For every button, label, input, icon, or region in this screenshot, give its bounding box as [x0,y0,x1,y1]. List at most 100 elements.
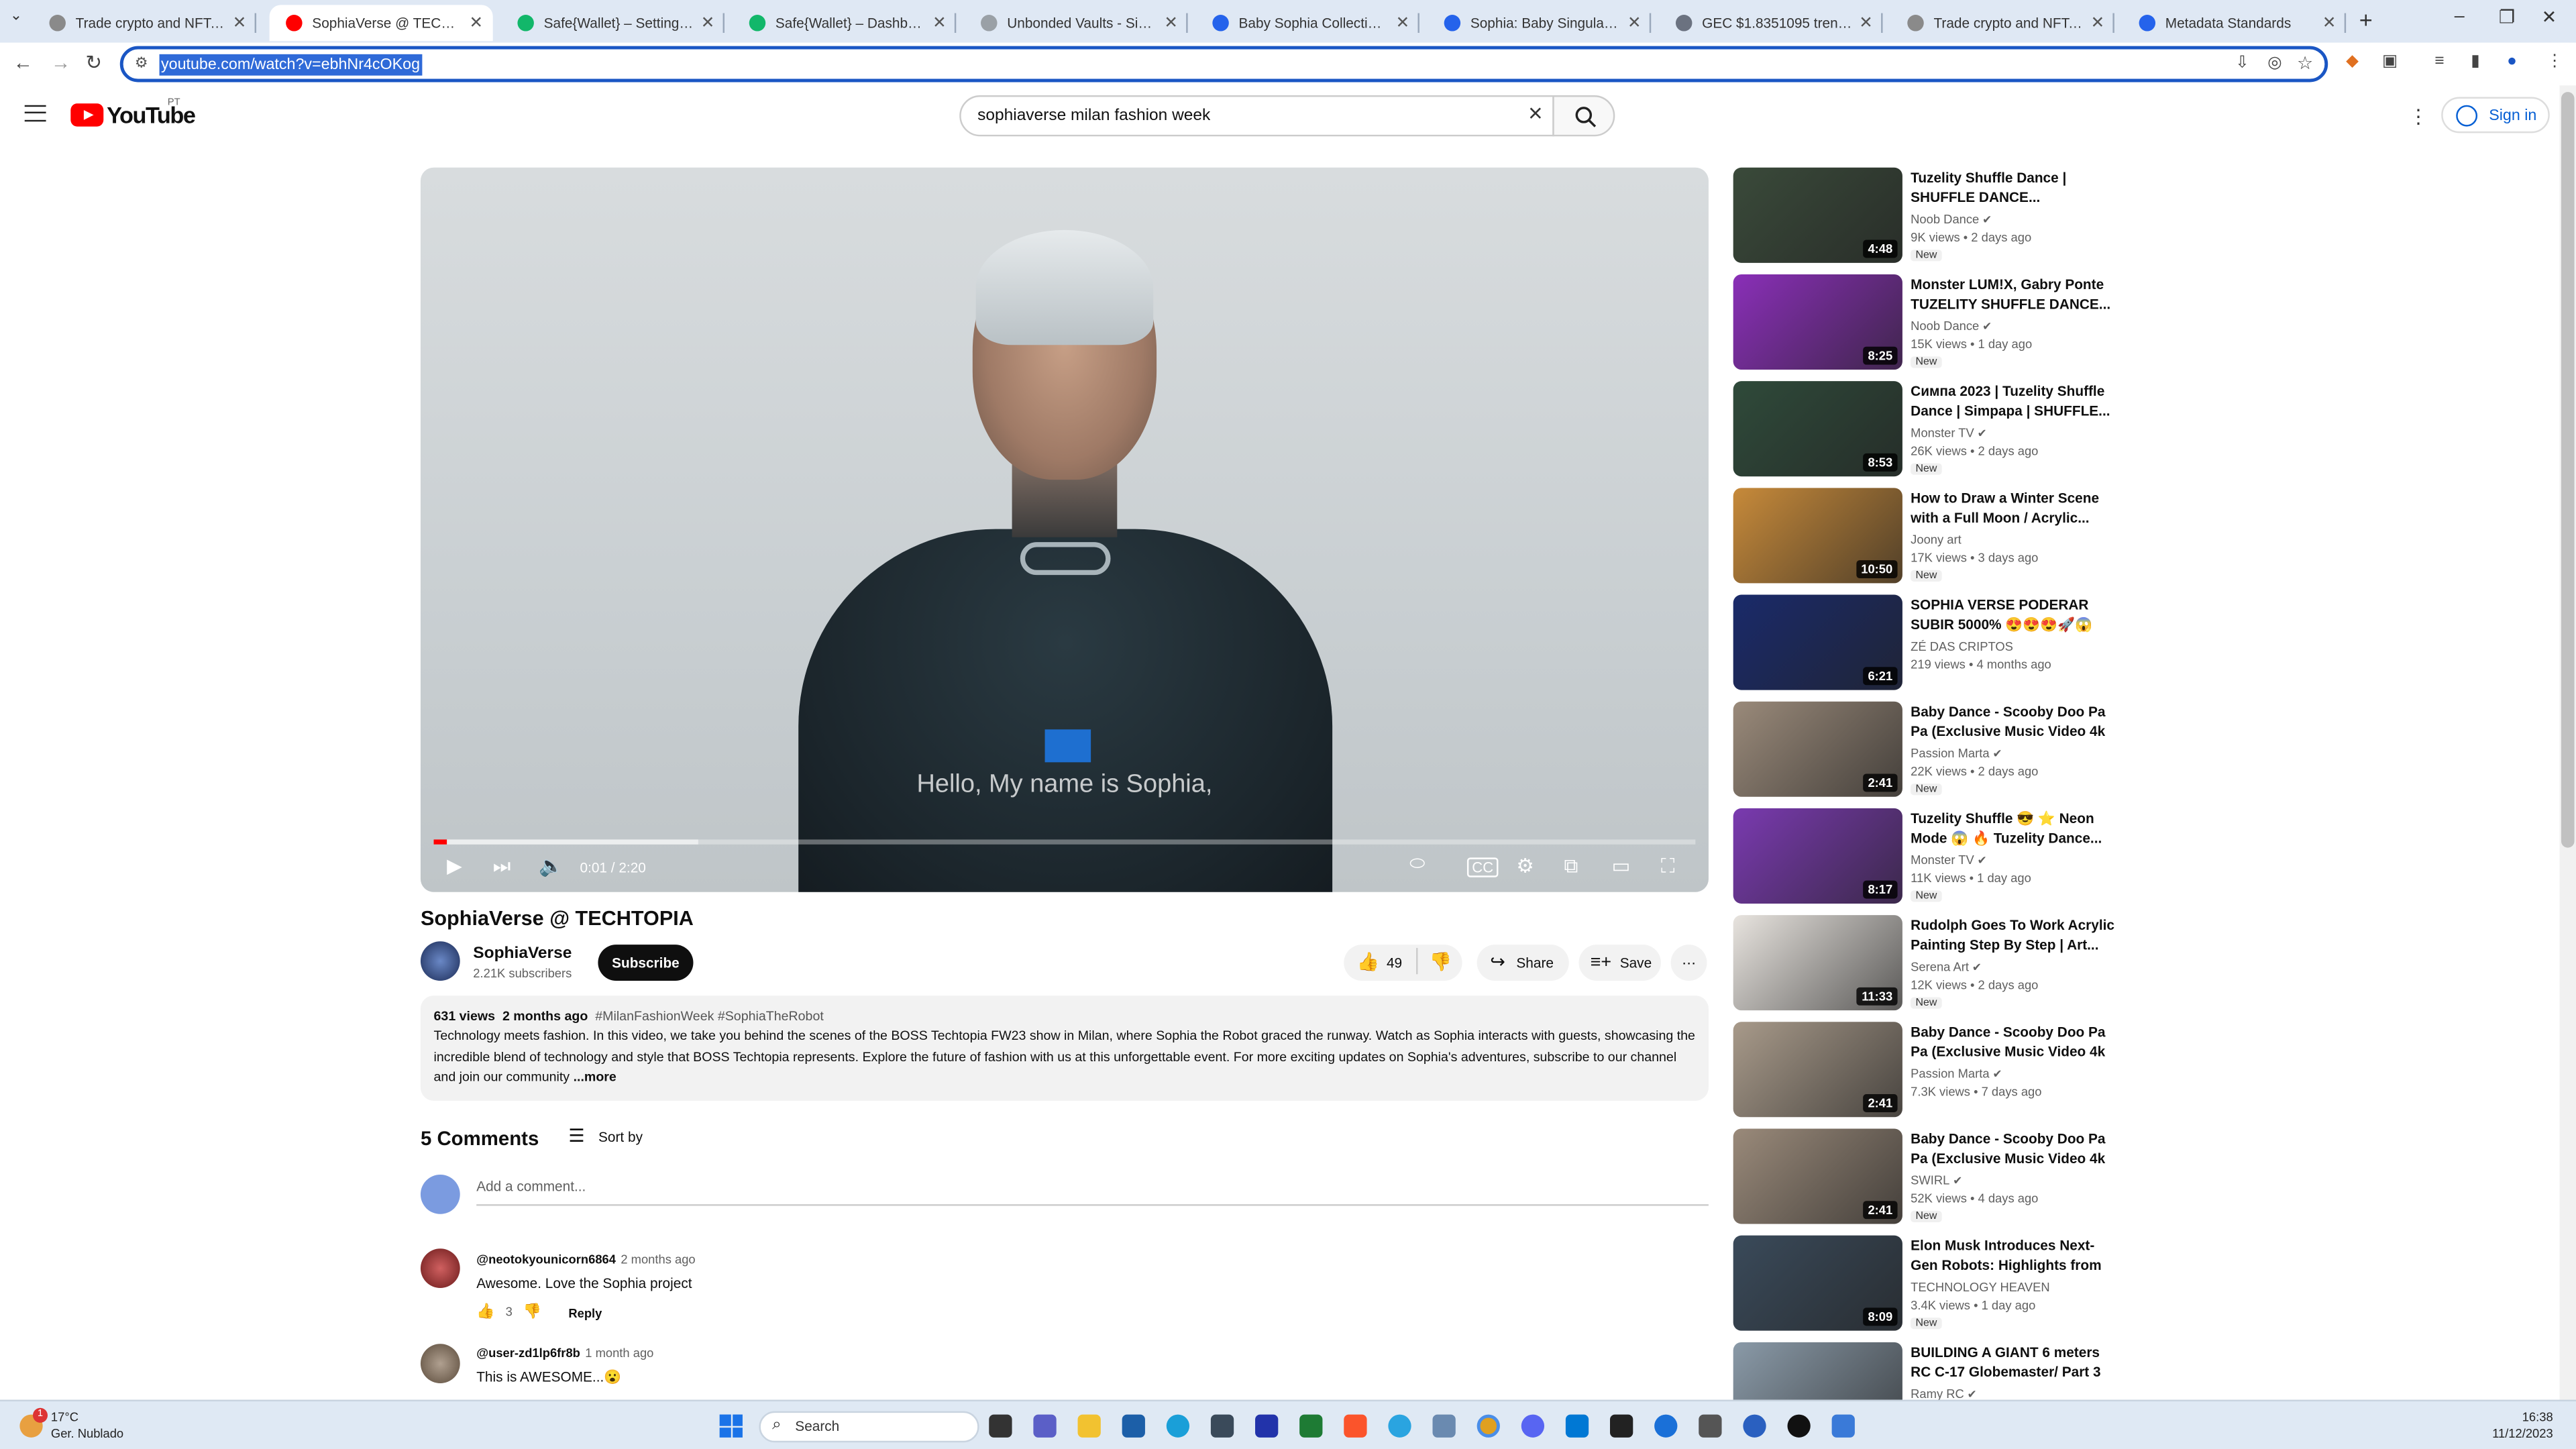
tab-close-icon[interactable]: ✕ [932,14,947,32]
subscribe-button[interactable]: Subscribe [598,945,694,981]
extensions-icon[interactable]: ▣ [2382,52,2398,70]
forward-icon[interactable]: → [51,51,70,74]
install-icon[interactable]: ⇩ [2235,54,2249,72]
reload-icon[interactable]: ↻ [85,51,102,74]
recommended-channel[interactable]: Noob Dance ✔ [1911,319,1992,333]
settings-kebab-icon[interactable]: ⋮ [2408,105,2428,128]
save-button[interactable]: ≡+ Save [1578,945,1661,981]
comment-reply-button[interactable]: Reply [568,1306,602,1321]
browser-tab[interactable]: Trade crypto and NFTs on Un ✕ [33,5,257,41]
store-icon[interactable] [1122,1414,1145,1438]
browser-tab[interactable]: Baby Sophia Collection - Coll ✕ [1196,5,1419,41]
comment-time[interactable]: 1 month ago [585,1346,653,1360]
dev-tool-icon[interactable] [1255,1414,1279,1438]
video-player[interactable]: Hello, My name is Sophia, ▶ ⏭ 🔈 0:01 / 2… [420,167,1709,892]
recommended-video[interactable]: 11:33 Rudolph Goes To Work Acrylic Painti… [1733,915,2128,1014]
search-input[interactable]: sophiaverse milan fashion week [977,107,1210,125]
browser-tab[interactable]: GEC $1.8351095 trending #2 ✕ [1659,5,1883,41]
browser-tab[interactable]: Unbonded Vaults - Singularit ✕ [965,5,1188,41]
windows-start-icon[interactable] [719,1414,743,1438]
comment-like-icon[interactable]: 👍 [476,1303,494,1319]
cast-icon[interactable]: ◎ [2267,54,2282,72]
back-icon[interactable]: ← [13,51,33,74]
next-icon[interactable]: ⏭ [493,854,511,879]
tab-close-icon[interactable]: ✕ [2091,14,2105,32]
recommended-video[interactable]: 4:48 Tuzelity Shuffle Dance | SHUFFLE DAN… [1733,167,2128,266]
youtube-logo-text[interactable]: YouTube [107,102,196,128]
hamburger-menu-icon[interactable] [24,105,46,122]
tab-close-icon[interactable]: ✕ [1859,14,1873,32]
recommended-title[interactable]: Tuzelity Shuffle 😎 ⭐ Neon Mode 😱 🔥 Tuzel… [1911,808,2121,848]
recommended-channel[interactable]: Monster TV ✔ [1911,853,1987,867]
recommended-video[interactable]: 2:41 Baby Dance - Scooby Doo Pa Pa (Exclu… [1733,1022,2128,1120]
comment-dislike-icon[interactable]: 👎 [523,1303,541,1319]
recommended-video[interactable]: 8:17 Tuzelity Shuffle 😎 ⭐ Neon Mode 😱 🔥 T… [1733,808,2128,907]
tab-close-icon[interactable]: ✕ [469,14,483,32]
video-thumbnail[interactable]: 8:25 [1733,274,1902,370]
video-thumbnail[interactable]: 2:41 [1733,1022,1902,1118]
like-icon[interactable]: 👍 [1357,945,1380,981]
app-puzzle-icon[interactable] [1432,1414,1456,1438]
site-info-icon[interactable]: ⚙ [135,54,148,72]
chrome-browser-icon[interactable] [1477,1414,1500,1438]
video-thumbnail[interactable]: 10:50 [1733,488,1902,584]
task-view-icon[interactable] [989,1414,1012,1438]
comment-time[interactable]: 2 months ago [621,1252,695,1267]
recommended-channel[interactable]: Noob Dance ✔ [1911,212,1992,227]
recommended-channel[interactable]: Passion Marta ✔ [1911,746,2002,761]
app-edit-icon[interactable] [1831,1414,1855,1438]
play-icon[interactable]: ▶ [447,854,462,877]
recommended-title[interactable]: Tuzelity Shuffle Dance | SHUFFLE DANCE..… [1911,168,2121,207]
sort-by-button[interactable]: ☰ Sort by [568,1126,643,1146]
description-box[interactable]: 631 views 2 months ago #MilanFashionWeek… [420,996,1709,1101]
taskbar-search[interactable]: ⌕ Search [759,1411,979,1443]
url-text[interactable]: youtube.com/watch?v=ebhNr4cOKog [159,54,422,76]
extension-fox-icon[interactable]: ◆ [2346,52,2359,70]
video-thumbnail[interactable]: 8:53 [1733,381,1902,477]
tab-close-icon[interactable]: ✕ [701,14,715,32]
app-cube-icon[interactable] [1210,1414,1234,1438]
recommended-video[interactable]: 8:25 Monster LUM!X, Gabry Ponte TUZELITY … [1733,274,2128,373]
theater-mode-icon[interactable]: ▭ [1611,854,1630,877]
recommended-video[interactable]: 2:41 Baby Dance - Scooby Doo Pa Pa (Exclu… [1733,701,2128,800]
weather-widget[interactable]: 17°C Ger. Nublado [51,1409,123,1441]
calculator-icon[interactable] [1699,1414,1722,1438]
browser-tab[interactable]: Safe{Wallet} – Dashboard ✕ [733,5,957,41]
recommended-video[interactable]: 8:09 Elon Musk Introduces Next-Gen Robots… [1733,1235,2128,1334]
browser-tab[interactable]: Trade crypto and NFTs on Un ✕ [1891,5,2114,41]
browser-tab[interactable]: Safe{Wallet} – Settings – Setu ✕ [501,5,725,41]
recommended-channel[interactable]: Joony art [1911,532,1962,547]
app-dots-icon[interactable] [1743,1414,1766,1438]
vscode-icon[interactable] [1565,1414,1589,1438]
video-thumbnail[interactable]: 6:21 [1733,594,1902,690]
edge-browser-icon[interactable] [1166,1414,1190,1438]
comment-avatar[interactable] [420,1248,460,1289]
recommended-video[interactable]: 6:21 SOPHIA VERSE PODERAR SUBIR 5000% 😍😍😍… [1733,594,2128,694]
chat-app-icon[interactable] [1033,1414,1057,1438]
recommended-title[interactable]: Baby Dance - Scooby Doo Pa Pa (Exclusive… [1911,702,2121,741]
recommended-video[interactable]: 2:41 Baby Dance - Scooby Doo Pa Pa (Exclu… [1733,1128,2128,1227]
tab-close-icon[interactable]: ✕ [1627,14,1642,32]
tab-search-icon[interactable]: ⌄ [10,7,22,25]
recommended-title[interactable]: Baby Dance - Scooby Doo Pa Pa (Exclusive… [1911,1128,2121,1168]
comment-author-name[interactable]: @neotokyounicorn6864 [476,1252,616,1267]
video-thumbnail[interactable]: 8:17 [1733,808,1902,904]
browser-tab[interactable]: Sophia: Baby Singularities - C ✕ [1428,5,1652,41]
minimize-icon[interactable]: – [2455,7,2465,26]
search-box[interactable]: sophiaverse milan fashion week × [959,95,1554,137]
tab-close-icon[interactable]: ✕ [1396,14,1410,32]
hashtags[interactable]: #MilanFashionWeek #SophiaTheRobot [595,1009,824,1024]
video-thumbnail[interactable]: 2:41 [1733,1128,1902,1224]
youtube-logo-icon[interactable] [70,103,104,127]
dislike-icon[interactable]: 👎 [1430,945,1452,981]
clear-search-icon[interactable]: × [1528,100,1542,128]
app-circle-icon[interactable] [1654,1414,1678,1438]
xbox-icon[interactable] [1299,1414,1323,1438]
close-window-icon[interactable]: ✕ [2542,7,2557,28]
system-clock[interactable]: 16:38 11/12/2023 [2484,1409,2553,1442]
recommended-title[interactable]: How to Draw a Winter Scene with a Full M… [1911,488,2121,527]
comment-author-name[interactable]: @user-zd1lp6fr8b [476,1346,580,1360]
settings-gear-icon[interactable]: ⚙ [1516,854,1534,877]
tab-close-icon[interactable]: ✕ [2322,14,2337,32]
video-thumbnail[interactable]: 11:33 [1733,915,1902,1011]
